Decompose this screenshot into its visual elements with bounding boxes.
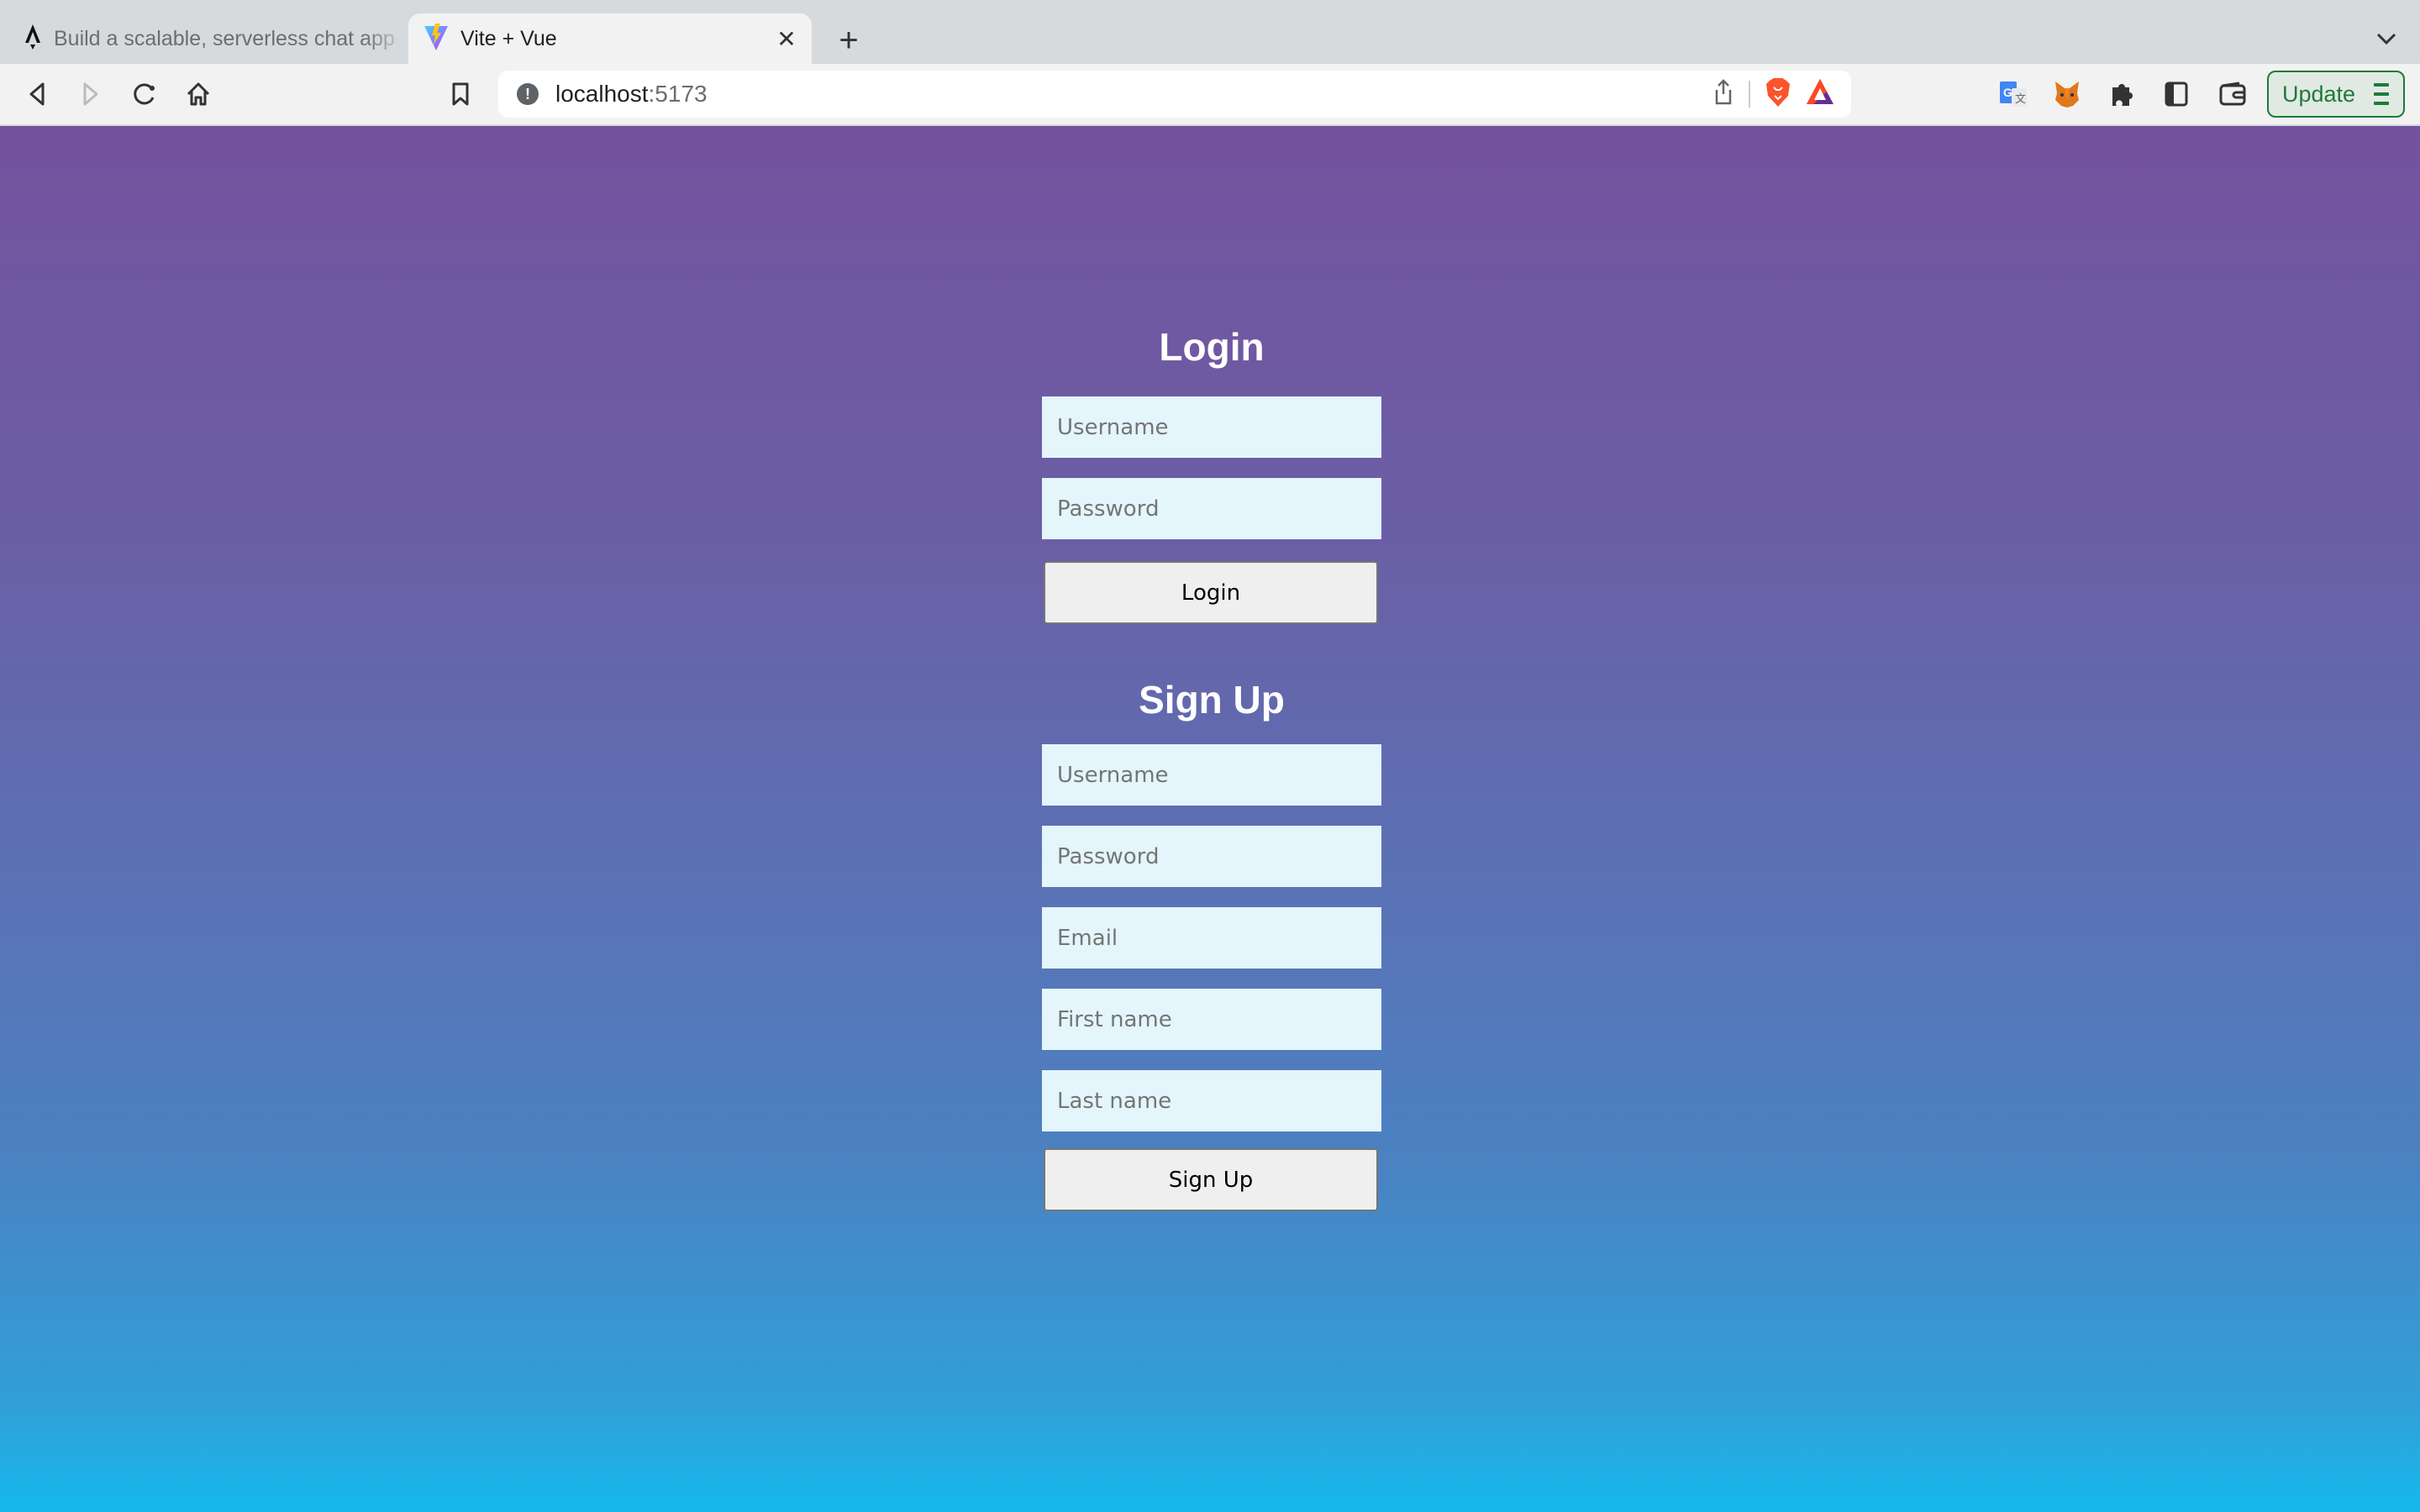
signup-first-name-input[interactable] [1042, 989, 1381, 1050]
back-icon [29, 82, 45, 106]
signup-last-name-input[interactable] [1042, 1070, 1381, 1131]
page-content: Login Login Sign Up Sign Up [0, 126, 2420, 1512]
tab-active[interactable]: Vite + Vue ✕ [408, 13, 812, 64]
site-info-icon[interactable]: ! [517, 83, 539, 105]
metamask-icon[interactable] [2050, 77, 2084, 111]
signup-password-input[interactable] [1042, 826, 1381, 887]
tab-title: Build a scalable, serverless chat app [54, 26, 395, 50]
signup-heading: Sign Up [1139, 678, 1285, 722]
forward-icon [83, 82, 98, 106]
tab-inactive[interactable]: Build a scalable, serverless chat app [0, 13, 407, 64]
url-port: :5173 [648, 81, 708, 107]
url-text[interactable]: localhost:5173 [555, 81, 708, 108]
divider [1749, 81, 1750, 108]
login-form: Login Login [1042, 324, 1381, 624]
google-translate-icon[interactable]: G文 [1996, 77, 2030, 111]
sidebar-toggle-icon[interactable] [2160, 77, 2193, 111]
wallet-icon[interactable] [2216, 77, 2249, 111]
forward-button[interactable] [71, 74, 111, 114]
signup-button[interactable]: Sign Up [1044, 1148, 1378, 1211]
update-button[interactable]: Update [2267, 71, 2405, 118]
login-button[interactable]: Login [1044, 561, 1378, 624]
home-icon [187, 82, 210, 106]
back-button[interactable] [17, 74, 57, 114]
new-tab-button[interactable]: + [830, 22, 867, 59]
hamburger-menu-icon [2374, 83, 2390, 105]
update-label: Update [2282, 81, 2356, 107]
vite-icon [424, 23, 449, 55]
signup-form: Sign Up Sign Up [1042, 677, 1381, 1211]
login-heading: Login [1159, 325, 1265, 369]
address-bar[interactable]: ! localhost:5173 [498, 71, 1851, 118]
bookmark-button[interactable] [440, 74, 481, 114]
tab-title: Vite + Vue [460, 26, 557, 50]
bookmark-icon [452, 82, 469, 106]
reload-button[interactable] [124, 74, 165, 114]
url-host: localhost [555, 81, 649, 107]
signup-username-input[interactable] [1042, 744, 1381, 806]
brave-rewards-icon[interactable] [1806, 78, 1834, 111]
login-password-input[interactable] [1042, 478, 1381, 539]
brave-shields-icon[interactable] [1765, 77, 1791, 112]
login-username-input[interactable] [1042, 396, 1381, 458]
svg-text:G: G [2003, 86, 2012, 99]
share-icon[interactable] [1713, 78, 1733, 110]
amplify-icon [24, 24, 42, 54]
close-tab-icon[interactable]: ✕ [770, 22, 803, 55]
extensions-puzzle-icon[interactable] [2105, 77, 2139, 111]
tab-bar: Build a scalable, serverless chat app Vi… [0, 0, 2420, 64]
reload-icon [134, 83, 155, 105]
tab-list-chevron-icon[interactable] [2370, 22, 2403, 55]
svg-text:文: 文 [2015, 92, 2026, 105]
home-button[interactable] [178, 74, 218, 114]
navigation-bar: ! localhost:5173 G文 Update [0, 64, 2420, 124]
signup-email-input[interactable] [1042, 907, 1381, 969]
